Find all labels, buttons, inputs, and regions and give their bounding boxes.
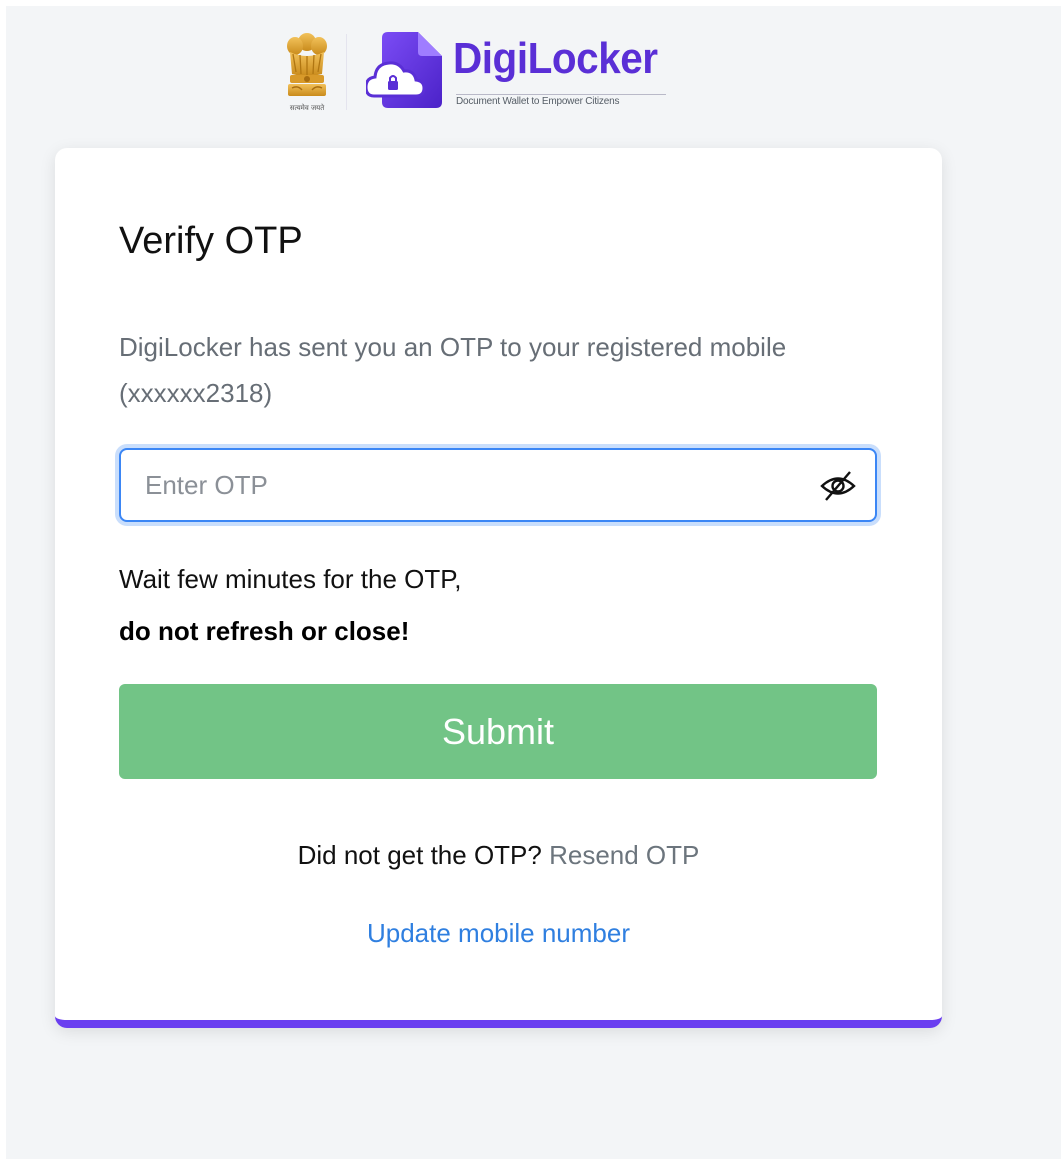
submit-button[interactable]: Submit bbox=[119, 684, 877, 779]
update-mobile-link[interactable]: Update mobile number bbox=[55, 916, 942, 950]
otp-input[interactable] bbox=[145, 450, 805, 520]
header: सत्यमेव जयते DigiLocker Document Wallet … bbox=[0, 0, 1061, 130]
resend-prompt: Did not get the OTP? bbox=[297, 840, 542, 870]
logo-divider bbox=[346, 34, 347, 110]
eye-off-icon[interactable] bbox=[819, 469, 857, 503]
brand-tagline: Document Wallet to Empower Citizens bbox=[456, 94, 666, 107]
resend-row: Did not get the OTP? Resend OTP bbox=[55, 838, 942, 872]
otp-sent-description: DigiLocker has sent you an OTP to your r… bbox=[119, 332, 787, 408]
brand-name: DigiLocker bbox=[453, 34, 658, 83]
digilocker-logo-icon bbox=[366, 32, 442, 108]
warning-message: do not refresh or close! bbox=[119, 616, 410, 646]
emblem-caption: सत्यमेव जयते bbox=[289, 104, 325, 112]
otp-field bbox=[119, 448, 877, 522]
wait-message: Wait few minutes for the OTP, bbox=[119, 564, 462, 594]
verify-otp-card: Verify OTP DigiLocker has sent you an OT… bbox=[55, 148, 942, 1028]
resend-otp-link[interactable]: Resend OTP bbox=[549, 840, 699, 870]
page-title: Verify OTP bbox=[119, 220, 303, 262]
